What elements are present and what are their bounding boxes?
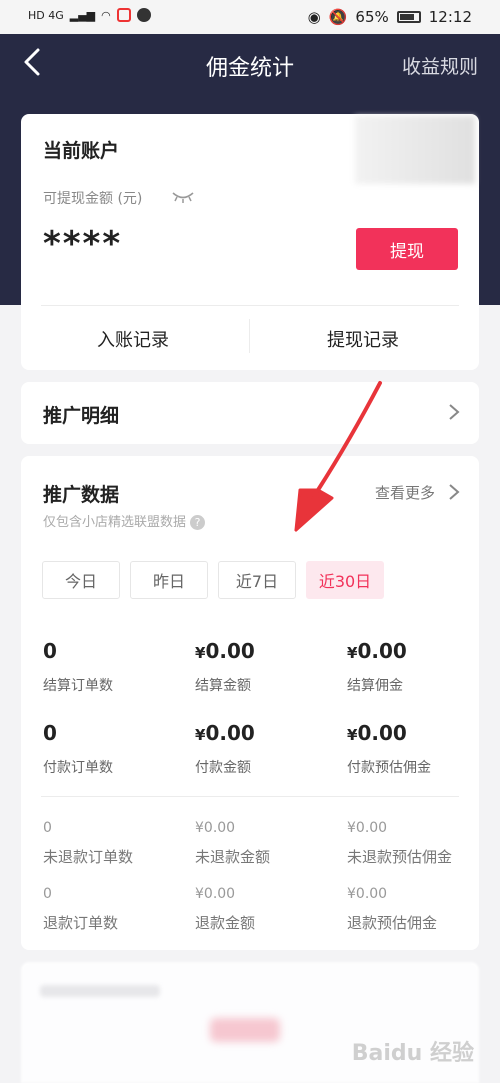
- metric-label: 付款金额: [195, 760, 251, 776]
- metric-settled-orders: 0 结算订单数: [43, 639, 113, 695]
- promo-data-card: 推广数据 查看更多 仅包含小店精选联盟数据? 今日 昨日 近7日 近30日 0 …: [21, 456, 479, 950]
- network-indicator: HD 4G: [28, 8, 64, 22]
- metric-unrefunded-orders: 0 未退款订单数: [43, 820, 133, 867]
- battery-icon: [396, 11, 421, 23]
- account-title: 当前账户: [43, 140, 120, 162]
- eye-comfort-icon: ◉: [307, 8, 321, 26]
- tab-today[interactable]: 今日: [42, 561, 120, 599]
- metric-label: 结算金额: [195, 678, 251, 694]
- mute-icon: 🔕: [328, 8, 348, 26]
- metric-number: 0.00: [357, 639, 407, 663]
- view-more-link[interactable]: 查看更多: [375, 482, 435, 503]
- metric-value: ¥0.00: [195, 886, 236, 902]
- metric-value: 0: [43, 886, 52, 902]
- metric-label: 结算佣金: [347, 678, 403, 694]
- metric-paid-est-commission: ¥0.00 付款预估佣金: [347, 721, 431, 777]
- help-icon[interactable]: ?: [190, 515, 206, 530]
- metric-value: ¥0.00: [347, 639, 407, 663]
- signal-icon: ▂▄▆: [69, 8, 96, 22]
- blurred-text: [40, 985, 160, 997]
- withdraw-records-tab[interactable]: 提现记录: [327, 326, 399, 352]
- metric-refunded-est-commission: ¥0.00 退款预估佣金: [347, 886, 437, 933]
- promo-data-title: 推广数据: [43, 484, 120, 506]
- metric-paid-amount: ¥0.00 付款金额: [195, 721, 255, 777]
- metric-refunded-orders: 0 退款订单数: [43, 886, 118, 933]
- metric-value: ¥0.00: [347, 721, 431, 745]
- metric-label: 未退款预估佣金: [347, 848, 453, 866]
- promo-data-subtitle-text: 仅包含小店精选联盟数据: [43, 515, 187, 530]
- status-bar: HD 4G ▂▄▆ ◠ ◉ 🔕 65% 12:12: [0, 0, 500, 34]
- metric-number: 0.00: [205, 639, 255, 663]
- metric-value: 0: [43, 721, 57, 745]
- metric-value: ¥0.00: [347, 820, 388, 836]
- metric-label: 退款预估佣金: [347, 914, 438, 932]
- promo-detail-row[interactable]: 推广明细: [21, 382, 479, 444]
- account-card: 当前账户 可提现金额 (元) **** 提现 入账记录 提现记录: [21, 114, 479, 370]
- metric-value: ¥0.00: [195, 820, 236, 836]
- wifi-icon: ◠: [101, 8, 111, 22]
- metric-unrefunded-est-commission: ¥0.00 未退款预估佣金: [347, 820, 452, 867]
- hide-balance-eye-icon[interactable]: [171, 190, 195, 204]
- income-records-tab[interactable]: 入账记录: [97, 326, 169, 352]
- metric-value: 0: [43, 639, 57, 663]
- metric-label: 退款金额: [195, 914, 256, 932]
- tab-last-7-days[interactable]: 近7日: [218, 561, 296, 599]
- metric-settled-amount: ¥0.00 结算金额: [195, 639, 255, 695]
- withdraw-button[interactable]: 提现: [356, 228, 458, 270]
- tab-yesterday[interactable]: 昨日: [130, 561, 208, 599]
- divider: [41, 305, 459, 306]
- metric-number: 0.00: [357, 721, 407, 745]
- chevron-right-icon: [449, 404, 460, 420]
- divider: [41, 796, 459, 797]
- nav-bar: 佣金统计 收益规则: [0, 34, 500, 94]
- metric-refunded-amount: ¥0.00 退款金额: [195, 886, 255, 933]
- metric-number: 0.00: [205, 721, 255, 745]
- metric-settled-commission: ¥0.00 结算佣金: [347, 639, 407, 695]
- watermark: Baidu 经验: [351, 1041, 474, 1066]
- app-notification-icon-2: [136, 8, 151, 22]
- status-left: HD 4G ▂▄▆ ◠: [28, 8, 151, 22]
- metric-value: ¥0.00: [195, 721, 255, 745]
- promo-data-subtitle: 仅包含小店精选联盟数据?: [43, 511, 206, 530]
- blurred-region: [355, 116, 475, 184]
- metric-unrefunded-amount: ¥0.00 未退款金额: [195, 820, 270, 867]
- currency-symbol: ¥: [195, 726, 206, 744]
- balance-label: 可提现金额 (元): [43, 191, 143, 207]
- clock: 12:12: [428, 8, 472, 26]
- metric-label: 结算订单数: [43, 678, 113, 694]
- metric-label: 付款订单数: [43, 760, 113, 776]
- promo-detail-title: 推广明细: [43, 405, 120, 427]
- metric-label: 未退款订单数: [43, 848, 134, 866]
- chevron-right-icon[interactable]: [447, 482, 461, 502]
- currency-symbol: ¥: [347, 644, 358, 662]
- earnings-rules-link[interactable]: 收益规则: [402, 52, 478, 79]
- tab-last-30-days[interactable]: 近30日: [306, 561, 384, 599]
- metric-label: 未退款金额: [195, 848, 271, 866]
- metric-value: ¥0.00: [195, 639, 255, 663]
- metric-value: ¥0.00: [347, 886, 388, 902]
- app-notification-icon: [116, 8, 131, 22]
- metric-paid-orders: 0 付款订单数: [43, 721, 113, 777]
- blurred-button: [210, 1018, 280, 1042]
- metric-label: 退款订单数: [43, 914, 119, 932]
- tab-separator: [249, 319, 250, 353]
- currency-symbol: ¥: [195, 644, 206, 662]
- balance-value: ****: [43, 224, 123, 264]
- metric-label: 付款预估佣金: [347, 760, 431, 776]
- status-right: ◉ 🔕 65% 12:12: [308, 8, 472, 26]
- currency-symbol: ¥: [347, 726, 358, 744]
- metric-value: 0: [43, 820, 52, 836]
- battery-percent: 65%: [355, 8, 389, 26]
